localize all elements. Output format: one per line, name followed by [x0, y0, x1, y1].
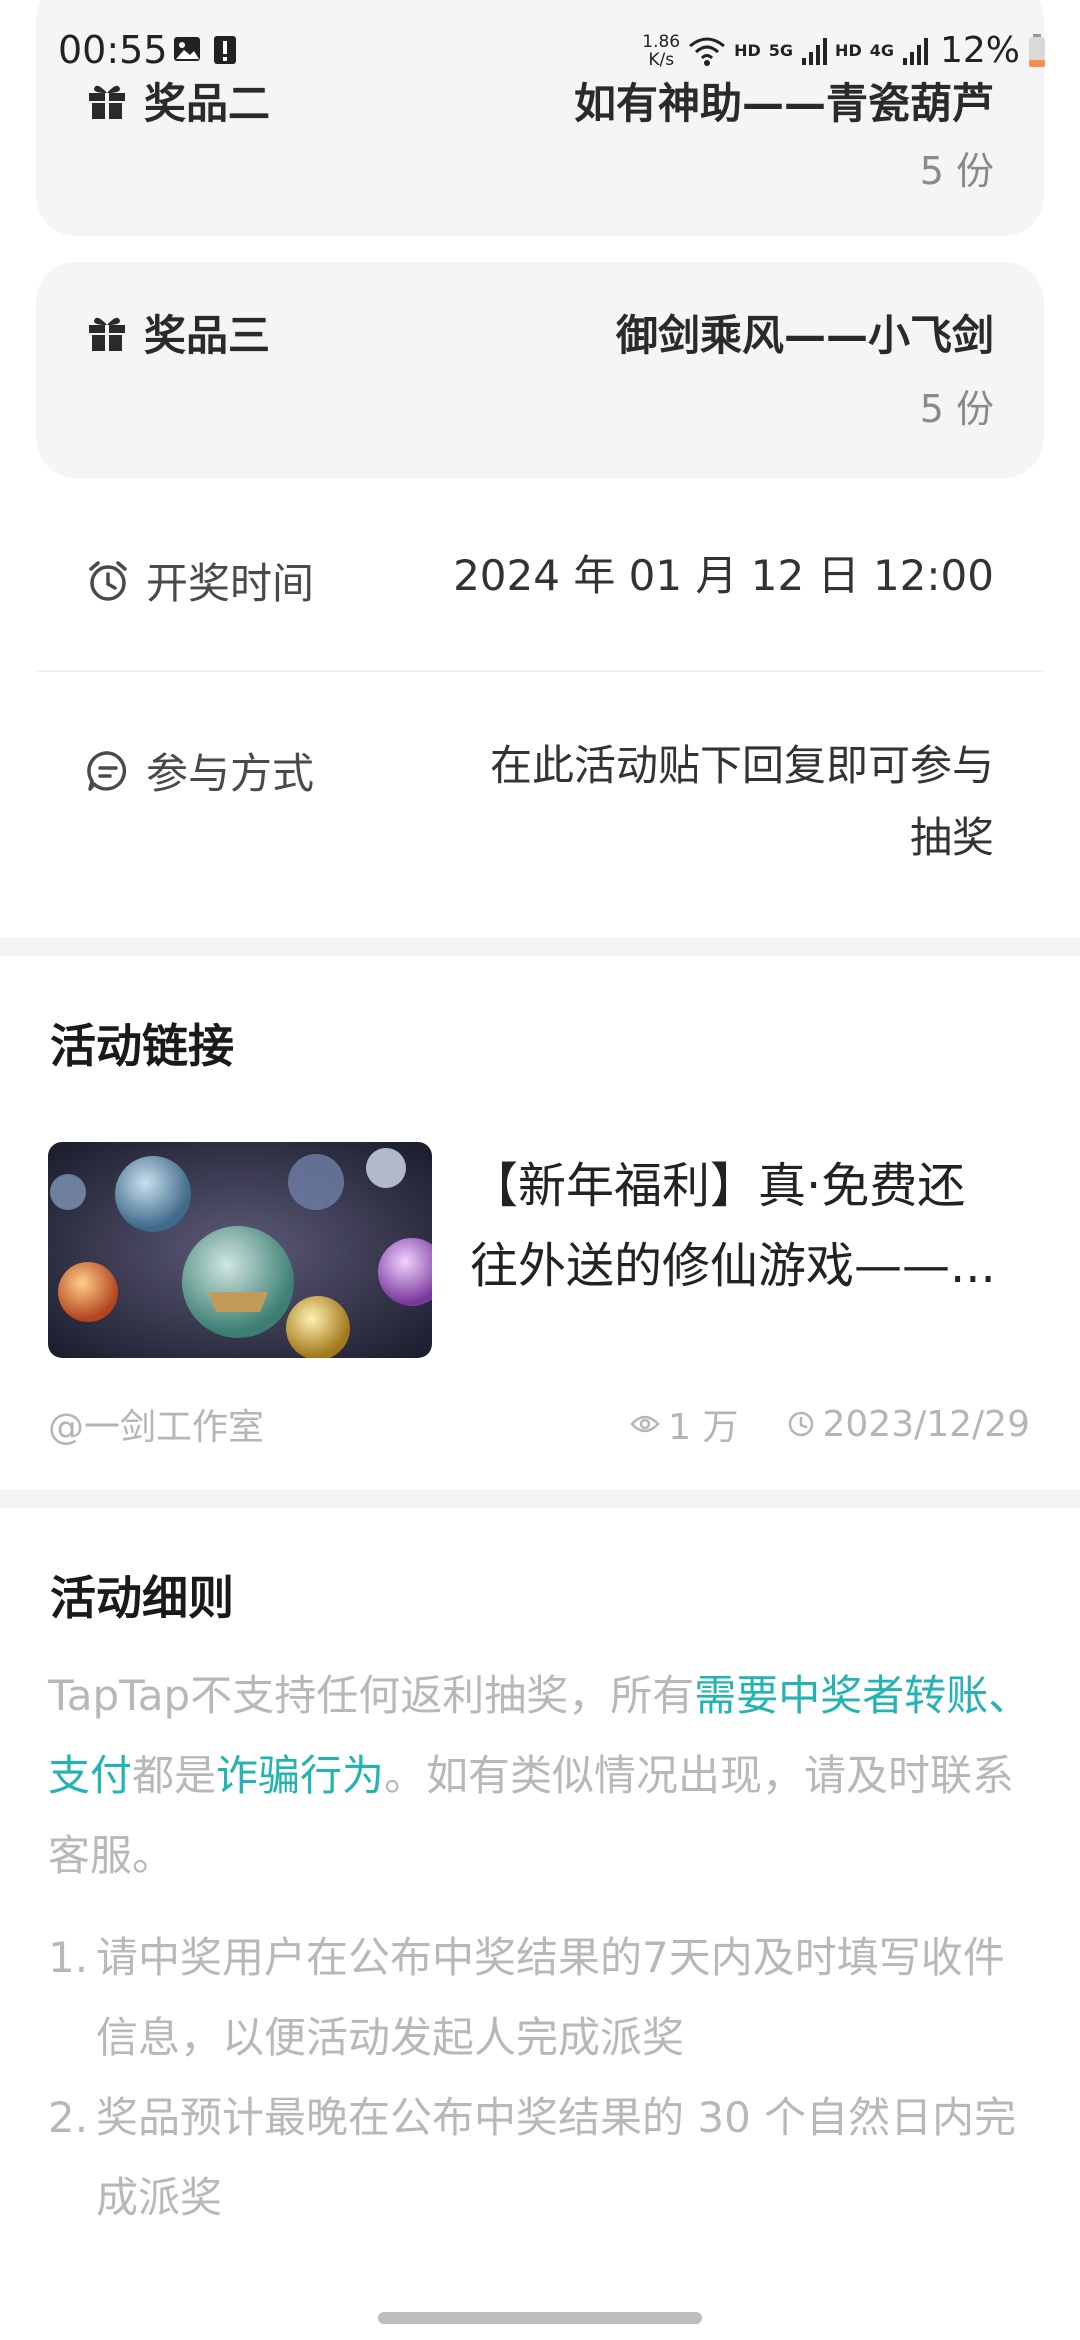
section-separator — [0, 938, 1080, 956]
section-separator — [0, 1490, 1080, 1508]
status-bar: 00:55 1.86 K/s HD 5G HD 4G 12% — [0, 0, 1080, 96]
prize-title: 御剑乘风——小飞剑 — [615, 311, 994, 360]
rules-list: 1. 请中奖用户在公布中奖结果的7天内及时填写收件信息，以便活动发起人完成派奖 … — [48, 1918, 1038, 2238]
participation-row: 参与方式 在此活动贴下回复即可参与 抽奖 — [36, 730, 1044, 880]
list-item: 1. 请中奖用户在公布中奖结果的7天内及时填写收件信息，以便活动发起人完成派奖 — [48, 1933, 1005, 2062]
prize-quantity: 5 份 — [919, 387, 994, 431]
prize-card: 奖品三 御剑乘风——小飞剑 5 份 — [36, 262, 1044, 478]
list-item: 2. 奖品预计最晚在公布中奖结果的 30 个自然日内完成派奖 — [48, 2093, 1017, 2222]
battery-icon — [1029, 33, 1045, 67]
home-indicator[interactable] — [378, 2312, 702, 2324]
divider — [36, 670, 1044, 672]
battery-percent: 12% — [939, 30, 1020, 71]
views-stat: 1 万 — [630, 1398, 739, 1450]
link-author[interactable]: @一剑工作室 — [48, 1398, 264, 1450]
participation-value: 在此活动贴下回复即可参与 抽奖 — [489, 741, 994, 862]
section-title-rules: 活动细则 — [50, 1571, 234, 1625]
gallery-icon — [174, 37, 200, 61]
draw-time-value: 2024 年 01 月 12 日 12:00 — [453, 551, 994, 600]
highlight-text: 诈骗行为 — [216, 1751, 385, 1800]
clock-icon — [788, 1411, 813, 1437]
link-title[interactable]: 【新年福利】真·免费还 往外送的修仙游戏——... — [470, 1146, 1030, 1306]
prize-quantity: 5 份 — [919, 149, 994, 193]
section-title-activity-link: 活动链接 — [50, 1019, 234, 1073]
game-artwork-image — [48, 1142, 432, 1358]
gift-icon — [89, 317, 125, 351]
date-stat: 2023/12/29 — [787, 1404, 1030, 1445]
prize-label: 奖品三 — [144, 311, 271, 360]
participation-label: 参与方式 — [146, 749, 315, 798]
signal-icon — [902, 37, 928, 65]
alarm-clock-icon — [89, 560, 127, 601]
eye-icon — [630, 1415, 660, 1433]
draw-time-row: 开奖时间 2024 年 01 月 12 日 12:00 — [36, 540, 1044, 640]
rules-notice: TapTap不支持任何返利抽奖，所有需要中奖者转账、支付都是诈骗行为。如有类似情… — [48, 1671, 1031, 1880]
wifi-icon — [689, 37, 726, 66]
link-thumbnail[interactable] — [48, 1142, 432, 1358]
draw-time-label: 开奖时间 — [146, 559, 315, 608]
network-speed: 1.86 K/s — [642, 31, 681, 70]
alert-icon — [214, 36, 236, 64]
comment-icon — [87, 750, 127, 791]
signal-icon — [802, 37, 828, 65]
status-time: 00:55 — [58, 28, 168, 72]
